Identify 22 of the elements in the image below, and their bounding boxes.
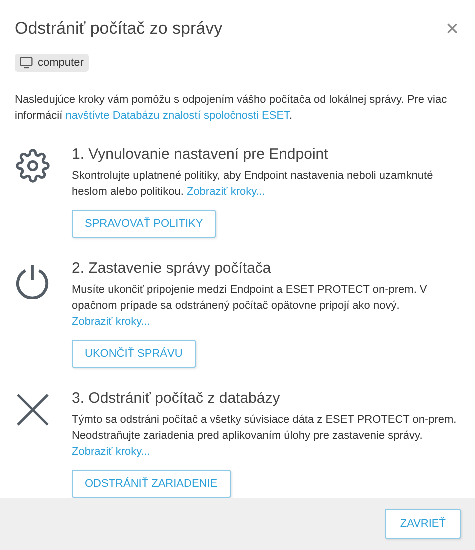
step-title: 2. Zastavenie správy počítača (72, 260, 272, 277)
step-description: Musíte ukončiť pripojenie medzi Endpoint a ESET PROTECT on-prem. V opačnom prípade sa odstránený počítač opätovne pripojí ako nový. Zobraziť kroky... (72, 283, 428, 330)
show-steps-link[interactable]: Zobraziť kroky... (186, 186, 266, 198)
close-dialog-button[interactable]: ZAVRIEŤ (385, 509, 461, 539)
settings-icon (16, 149, 50, 183)
show-steps-link[interactable]: Zobraziť kroky... (72, 446, 150, 458)
step-description: Týmto sa odstráni počítač a všetky súvisiace dáta z ESET PROTECT on-prem. Neodstraňujte zariadenia pred aplikovaním úlohy pre zastavenie správy. Zobraziť kroky... (72, 413, 458, 460)
monitor-icon (20, 57, 33, 69)
step-description: Skontrolujte uplatnené politiky, aby Endpoint nastavenia neboli uzamknuté heslom alebo politikou. Zobraziť kroky... (72, 169, 434, 200)
knowledge-base-link[interactable]: navštívte Databázu znalostí spoločnosti ESET (66, 110, 290, 122)
intro-text: Nasledujúce kroky vám pomôžu s odpojením vášho počítača od lokálnej správy. Pre viac informácií navštívte Databázu znalostí spoločnosti ESET. (15, 93, 448, 124)
close-button[interactable]: × (446, 18, 459, 40)
step-title: 1. Vynulovanie nastavení pre Endpoint (72, 146, 328, 163)
step-action-button[interactable]: ODSTRÁNIŤ ZARIADENIE (72, 470, 231, 498)
step-action-button[interactable]: UKONČIŤ SPRÁVU (72, 340, 196, 368)
step-action-button[interactable]: SPRAVOVAŤ POLITIKY (72, 210, 216, 238)
dialog-title: Odstrániť počítač zo správy (15, 19, 223, 39)
power-icon (15, 263, 50, 299)
step-title: 3. Odstrániť počítač z databázy (72, 390, 280, 407)
device-name: computer (38, 57, 84, 69)
cross-icon (16, 393, 50, 427)
show-steps-link[interactable]: Zobraziť kroky... (72, 316, 150, 328)
